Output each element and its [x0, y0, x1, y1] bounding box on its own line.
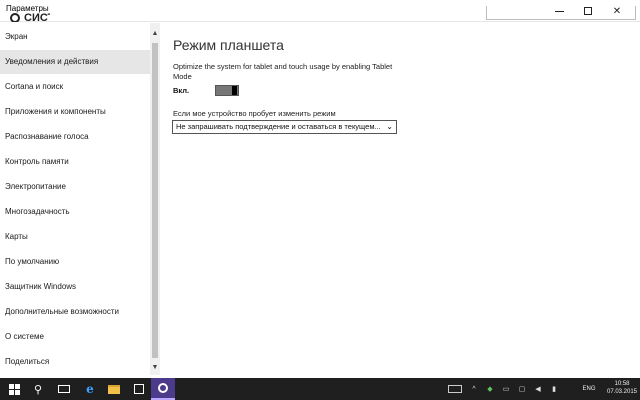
volume-tray-button[interactable]: ◀ — [531, 378, 545, 400]
shield-icon: ◆ — [487, 386, 493, 393]
sidebar-item-cortana[interactable]: Cortana и поиск — [0, 75, 150, 99]
show-hidden-icons-button[interactable]: ^ — [467, 378, 481, 400]
store-icon — [134, 384, 144, 394]
gear-icon — [10, 13, 20, 22]
battery-tray-button[interactable]: ▮ — [547, 378, 561, 400]
scroll-thumb[interactable] — [152, 43, 158, 358]
scroll-up-icon[interactable]: ▲ — [150, 27, 160, 39]
network-icon: ▭ — [502, 386, 510, 393]
mode-switch-label: Если мое устройство пробует изменить реж… — [173, 109, 336, 118]
sidebar-item-notifications[interactable]: Уведомления и действия — [0, 50, 150, 74]
internet-explorer-icon: e — [86, 382, 94, 396]
speaker-icon: ◀ — [535, 386, 541, 393]
sidebar-item-multitasking[interactable]: Многозадачность — [0, 200, 150, 224]
sidebar-item-apps[interactable]: Приложения и компоненты — [0, 100, 150, 124]
toggle-knob — [232, 86, 237, 95]
page-header: СИСТЕМА — [10, 9, 50, 22]
title-bar: Параметры СИСТЕМА ✕ — [0, 0, 640, 22]
sidebar-item-power[interactable]: Электропитание — [0, 175, 150, 199]
message-icon: ▢ — [518, 386, 526, 393]
mode-switch-value: Не запрашивать подтверждение и оставатьс… — [176, 122, 381, 131]
chevron-down-icon: ⌄ — [386, 122, 393, 131]
defender-tray-button[interactable]: ◆ — [483, 378, 497, 400]
file-explorer-button[interactable] — [102, 378, 126, 400]
taskbar: ⚲ e ^ ◆ ▭ ▢ ◀ ▮ ENG 10:58 07.03.2015 — [0, 378, 640, 400]
toggle-state-label: Вкл. — [173, 86, 190, 95]
sidebar: Экран Уведомления и действия Cortana и п… — [0, 23, 150, 375]
tablet-mode-description: Optimize the system for tablet and touch… — [173, 62, 393, 81]
sidebar-item-optional-features[interactable]: Дополнительные возможности — [0, 300, 150, 324]
clock[interactable]: 10:58 07.03.2015 — [604, 380, 640, 400]
minimize-button[interactable] — [544, 0, 574, 22]
sidebar-item-share[interactable]: Поделиться — [0, 350, 150, 374]
task-view-button[interactable] — [52, 378, 76, 400]
tablet-mode-toggle[interactable] — [215, 85, 239, 96]
action-center-button[interactable]: ▢ — [515, 378, 529, 400]
settings-app-button[interactable] — [151, 378, 175, 400]
folder-icon — [108, 384, 120, 394]
settings-gear-icon — [158, 383, 168, 393]
maximize-icon — [584, 7, 592, 15]
sidebar-item-speech[interactable]: Распознавание голоса — [0, 125, 150, 149]
sidebar-item-about[interactable]: О системе — [0, 325, 150, 349]
clock-date: 07.03.2015 — [606, 389, 638, 395]
minimize-icon — [554, 10, 564, 12]
internet-explorer-button[interactable]: e — [78, 378, 102, 400]
task-view-icon — [58, 385, 70, 393]
clock-time: 10:58 — [614, 381, 630, 387]
scroll-down-icon[interactable]: ▼ — [150, 361, 160, 373]
search-button[interactable]: ⚲ — [26, 378, 50, 400]
maximize-button[interactable] — [573, 0, 603, 22]
sidebar-item-defender[interactable]: Защитник Windows — [0, 275, 150, 299]
close-icon: ✕ — [612, 5, 622, 17]
network-tray-button[interactable]: ▭ — [499, 378, 513, 400]
sidebar-item-defaults[interactable]: По умолчанию — [0, 250, 150, 274]
sidebar-scrollbar[interactable]: ▲ ▼ — [150, 23, 160, 375]
touch-keyboard-button[interactable] — [445, 378, 465, 400]
sidebar-item-storage[interactable]: Контроль памяти — [0, 150, 150, 174]
mode-switch-dropdown[interactable]: Не запрашивать подтверждение и оставатьс… — [172, 120, 397, 134]
main-content: Режим планшета Optimize the system for t… — [160, 23, 640, 375]
input-language-button[interactable]: ENG — [580, 378, 598, 400]
sidebar-item-screen[interactable]: Экран — [0, 25, 150, 49]
start-button[interactable] — [2, 378, 26, 400]
page-subtitle: СИСТЕМА — [24, 12, 50, 22]
battery-icon: ▮ — [552, 386, 556, 393]
chevron-up-icon: ^ — [472, 385, 476, 393]
sidebar-item-maps[interactable]: Карты — [0, 225, 150, 249]
keyboard-icon — [448, 385, 462, 393]
page-title: Режим планшета — [173, 37, 284, 53]
store-button[interactable] — [127, 378, 151, 400]
windows-logo-icon — [8, 383, 20, 395]
tablet-mode-toggle-row: Вкл. — [173, 85, 373, 97]
search-icon: ⚲ — [33, 383, 43, 396]
close-button[interactable]: ✕ — [602, 0, 632, 22]
